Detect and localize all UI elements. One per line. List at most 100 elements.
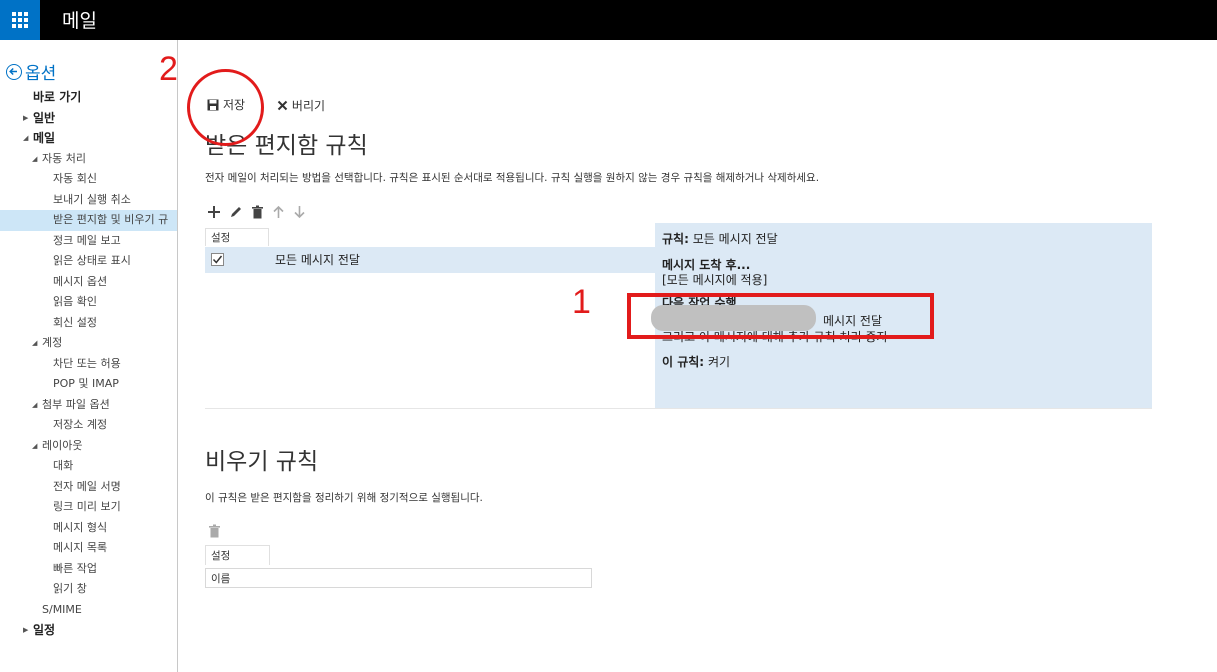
expand-arrow-down-icon[interactable]: ◢	[32, 149, 37, 170]
back-to-options-button[interactable]: 옵션	[6, 59, 56, 84]
status-label: 이 규칙:	[662, 355, 705, 369]
sidebar-item-label: 읽은 상태로 표시	[53, 254, 131, 267]
sidebar-item-label: 메시지 목록	[53, 541, 108, 554]
sidebar-item[interactable]: ◢ 메일	[0, 128, 177, 149]
sidebar-item[interactable]: ◢ 자동 처리	[0, 149, 177, 170]
sidebar-item[interactable]: 대화	[0, 456, 177, 477]
sidebar-item-label: 읽기 창	[53, 582, 87, 595]
expand-arrow-down-icon[interactable]: ◢	[32, 436, 37, 457]
sidebar-item-label: 차단 또는 허용	[53, 356, 121, 370]
rule-value: 모든 메시지 전달	[692, 232, 778, 246]
delete-icon[interactable]	[251, 205, 264, 219]
expand-arrow-down-icon[interactable]: ◢	[32, 395, 37, 416]
sidebar-item[interactable]: 메시지 형식	[0, 518, 177, 539]
sidebar-item[interactable]: 저장소 계정	[0, 415, 177, 436]
sidebar-item[interactable]: 빠른 작업	[0, 559, 177, 580]
sweep-name-column[interactable]: 이름	[205, 568, 592, 588]
sidebar-item-label: 대화	[53, 459, 74, 472]
sidebar-item[interactable]: 읽은 상태로 표시	[0, 251, 177, 272]
sweep-delete-icon[interactable]	[208, 524, 221, 538]
add-icon[interactable]	[207, 205, 221, 219]
sidebar-item[interactable]: 링크 미리 보기	[0, 497, 177, 518]
sidebar-item-label: 메시지 형식	[53, 520, 108, 534]
sidebar-item-label: 회신 설정	[53, 315, 97, 329]
section-divider	[205, 408, 1152, 409]
options-sidebar: 옵션 바로 가기 ▶ 일반 ◢ 메일 ◢ 자동 처리자동 회신보내기 실행 취소받은 편지함…	[0, 40, 178, 672]
sidebar-item[interactable]: 읽음 확인	[0, 292, 177, 313]
rule-checkbox[interactable]	[211, 253, 224, 266]
options-label: 옵션	[25, 64, 57, 84]
sidebar-item[interactable]: S/MIME	[0, 600, 177, 621]
sweep-rules-title: 비우기 규칙	[205, 449, 319, 475]
expand-arrow-down-icon[interactable]: ◢	[23, 128, 28, 149]
sidebar-item-label: 정크 메일 보고	[53, 233, 121, 247]
annotation-rectangle	[627, 293, 934, 339]
close-icon	[277, 100, 288, 110]
inbox-rules-description: 전자 메일이 처리되는 방법을 선택합니다. 규칙은 표시된 순서대로 적용됩니…	[205, 172, 820, 184]
sidebar-item[interactable]: 전자 메일 서명	[0, 477, 177, 498]
sweep-rules-description: 이 규칙은 받은 편지함을 정리하기 위해 정기적으로 실행됩니다.	[205, 492, 483, 504]
status-value: 켜기	[707, 355, 731, 369]
sidebar-item-label: 일정	[33, 623, 56, 637]
rule-label: 규칙:	[662, 232, 689, 246]
sidebar-item[interactable]: POP 및 IMAP	[0, 374, 177, 395]
sidebar-item[interactable]: 차단 또는 허용	[0, 354, 177, 375]
checkmark-icon	[212, 255, 223, 264]
sidebar-item[interactable]: 정크 메일 보고	[0, 231, 177, 252]
sidebar-item-label: S/MIME	[42, 602, 82, 616]
sidebar-item-label: POP 및 IMAP	[53, 377, 119, 390]
discard-label: 버리기	[291, 98, 326, 113]
sidebar-item[interactable]: 회신 설정	[0, 313, 177, 334]
rule-row[interactable]: 모든 메시지 전달	[205, 247, 655, 273]
sidebar-item[interactable]: 보내기 실행 취소	[0, 190, 177, 211]
sidebar-item-label: 바로 가기	[33, 90, 82, 104]
sidebar-item-label: 보내기 실행 취소	[53, 192, 131, 206]
sidebar-item[interactable]: 메시지 옵션	[0, 272, 177, 293]
edit-icon[interactable]	[229, 205, 243, 219]
sidebar-item-label: 일반	[33, 110, 56, 125]
sidebar-item[interactable]: ▶ 일정	[0, 620, 177, 641]
rule-detail-line: 규칙: 모든 메시지 전달	[662, 230, 778, 247]
sidebar-item-label: 첨부 파일 옵션	[42, 397, 110, 411]
annotation-number-two: 2	[159, 50, 178, 88]
discard-button[interactable]: 버리기	[277, 97, 325, 114]
move-down-icon[interactable]	[293, 205, 306, 219]
sidebar-item-label: 받은 편지함 및 비우기 규	[53, 213, 169, 226]
sidebar-item[interactable]: 메시지 목록	[0, 538, 177, 559]
top-bar: 메일	[0, 0, 1217, 40]
waffle-icon	[12, 12, 28, 28]
sidebar-item[interactable]: 바로 가기	[0, 87, 177, 108]
sidebar-item-label: 메시지 옵션	[53, 274, 108, 288]
expand-arrow-down-icon[interactable]: ◢	[32, 333, 37, 354]
sidebar-item[interactable]: ◢ 레이아웃	[0, 436, 177, 457]
app-title: 메일	[62, 10, 97, 32]
expand-arrow-right-icon[interactable]: ▶	[23, 108, 28, 129]
sidebar-item-label: 자동 회신	[53, 172, 97, 185]
sidebar-item[interactable]: 읽기 창	[0, 579, 177, 600]
app-launcher-button[interactable]	[0, 0, 40, 40]
rule-actions	[207, 205, 306, 219]
sidebar-item-label: 레이아웃	[42, 438, 83, 452]
sidebar-item[interactable]: 자동 회신	[0, 169, 177, 190]
rule-name: 모든 메시지 전달	[275, 253, 360, 267]
sidebar-item-label: 읽음 확인	[53, 295, 97, 308]
sidebar-item-label: 저장소 계정	[53, 418, 108, 431]
annotation-circle	[187, 69, 264, 146]
sidebar-item-label: 메일	[33, 131, 56, 145]
sweep-on-column-header[interactable]: 설정	[205, 545, 270, 565]
move-up-icon[interactable]	[272, 205, 285, 219]
sidebar-item-label: 자동 처리	[42, 151, 86, 165]
arrival-value: [모든 메시지에 적용]	[662, 273, 768, 287]
rule-status-line: 이 규칙: 켜기	[662, 353, 730, 370]
annotation-number-one: 1	[572, 283, 591, 321]
expand-arrow-right-icon[interactable]: ▶	[23, 620, 28, 641]
sidebar-item[interactable]: ◢ 계정	[0, 333, 177, 354]
sidebar-item-label: 빠른 작업	[53, 561, 97, 575]
sidebar-item[interactable]: ◢ 첨부 파일 옵션	[0, 395, 177, 416]
options-nav: 바로 가기 ▶ 일반 ◢ 메일 ◢ 자동 처리자동 회신보내기 실행 취소받은 편지함 및 …	[0, 87, 177, 641]
sidebar-item[interactable]: 받은 편지함 및 비우기 규	[0, 210, 177, 231]
sidebar-item-label: 계정	[42, 336, 63, 349]
on-column-header[interactable]: 설정	[205, 228, 269, 246]
back-arrow-icon	[6, 63, 22, 80]
sidebar-item[interactable]: ▶ 일반	[0, 108, 177, 129]
